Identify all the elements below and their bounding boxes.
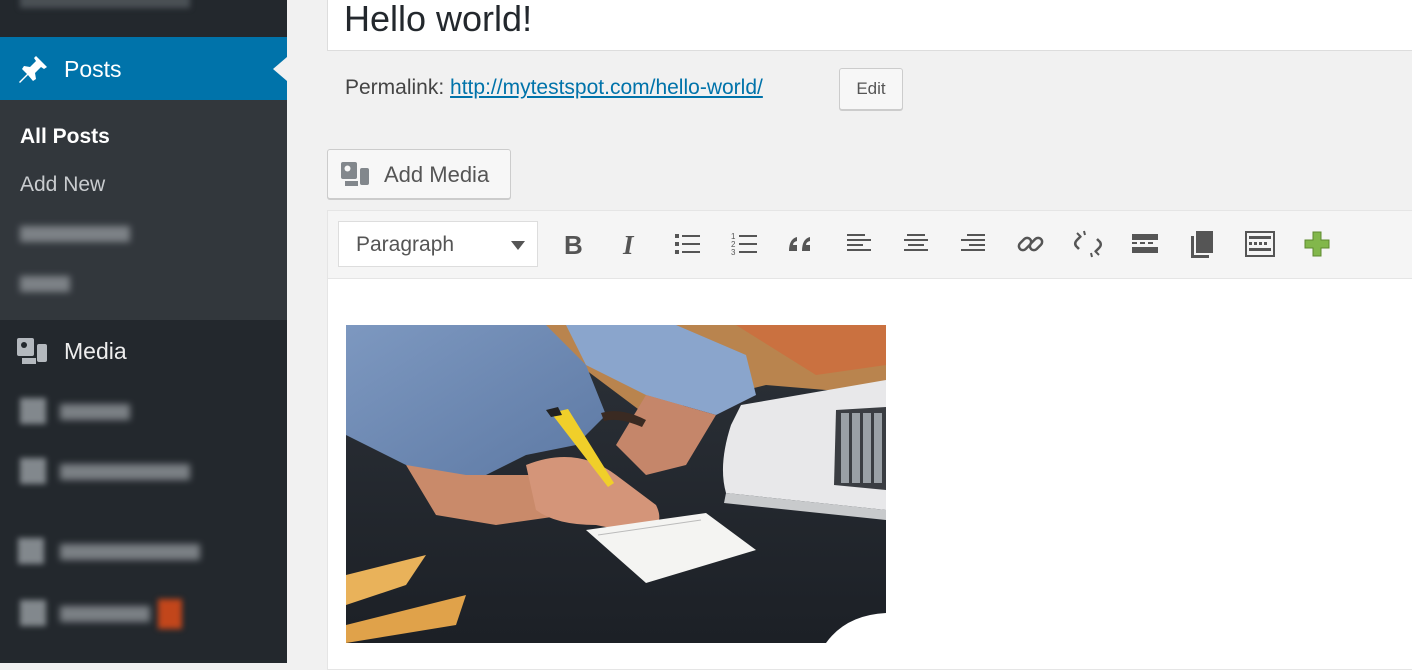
update-count-badge bbox=[158, 599, 182, 629]
sidebar-item-label: Posts bbox=[64, 56, 122, 82]
read-more-button[interactable] bbox=[1128, 227, 1162, 261]
sidebar-item-media[interactable]: Media bbox=[0, 328, 287, 374]
italic-button[interactable]: I bbox=[613, 227, 647, 261]
submenu-categories-blurred[interactable] bbox=[20, 226, 130, 242]
align-center-button[interactable] bbox=[899, 227, 933, 261]
blockquote-button[interactable] bbox=[785, 227, 819, 261]
blurred-menu-label bbox=[20, 0, 190, 8]
media-icon bbox=[17, 338, 47, 364]
align-right-icon bbox=[961, 234, 985, 251]
read-more-icon bbox=[1132, 234, 1158, 253]
admin-sidebar: Posts All Posts Add New Media bbox=[0, 0, 287, 663]
plugins-icon bbox=[20, 600, 46, 626]
pages-icon bbox=[20, 398, 46, 424]
align-left-button[interactable] bbox=[842, 227, 876, 261]
toolbar-toggle-icon bbox=[1245, 231, 1275, 257]
numbered-list-icon: 1 2 3 bbox=[731, 232, 757, 257]
add-media-label: Add Media bbox=[384, 162, 490, 187]
sidebar-item-comments-blurred[interactable] bbox=[60, 464, 190, 480]
media-icon bbox=[341, 162, 369, 186]
sidebar-item-label: Media bbox=[64, 338, 127, 364]
add-media-button[interactable]: Add Media bbox=[327, 149, 511, 199]
svg-text:I: I bbox=[622, 230, 635, 260]
bulleted-list-button[interactable] bbox=[671, 227, 705, 261]
visual-editor[interactable]: Paragraph B I 1 2 3 bbox=[327, 210, 1412, 670]
align-center-icon bbox=[904, 234, 928, 251]
numbered-list-button[interactable]: 1 2 3 bbox=[728, 227, 762, 261]
edit-permalink-button[interactable]: Edit bbox=[839, 68, 903, 110]
sidebar-item-dashboard[interactable] bbox=[0, 0, 287, 37]
chevron-down-icon bbox=[511, 241, 525, 250]
post-content-image[interactable] bbox=[346, 325, 886, 643]
paste-icon bbox=[1191, 231, 1213, 258]
insert-link-icon bbox=[1017, 236, 1044, 252]
current-menu-arrow bbox=[273, 57, 287, 81]
submenu-tags-blurred[interactable] bbox=[20, 276, 70, 292]
bold-button[interactable]: B bbox=[556, 227, 590, 261]
remove-link-icon bbox=[1073, 230, 1103, 258]
paste-button[interactable] bbox=[1185, 227, 1219, 261]
permalink-row: Permalink: http://mytestspot.com/hello-w… bbox=[345, 76, 763, 100]
sidebar-item-pages-blurred[interactable] bbox=[60, 404, 130, 420]
format-select[interactable]: Paragraph bbox=[338, 221, 538, 267]
sidebar-item-appearance-blurred[interactable] bbox=[60, 544, 200, 560]
toolbar-toggle-button[interactable] bbox=[1243, 227, 1277, 261]
plugin-add-icon bbox=[1304, 231, 1330, 257]
insert-link-button[interactable] bbox=[1014, 227, 1048, 261]
bold-icon: B bbox=[564, 230, 583, 260]
appearance-icon bbox=[18, 538, 44, 564]
posts-submenu: All Posts Add New bbox=[0, 100, 287, 320]
submenu-add-new[interactable]: Add New bbox=[20, 173, 105, 197]
submenu-all-posts[interactable]: All Posts bbox=[20, 125, 110, 149]
svg-text:3: 3 bbox=[731, 248, 736, 257]
align-left-icon bbox=[847, 234, 871, 251]
sidebar-item-posts[interactable]: Posts bbox=[0, 37, 287, 100]
plugin-add-button[interactable] bbox=[1300, 227, 1334, 261]
post-editor-area: Hello world! Permalink: http://mytestspo… bbox=[287, 0, 1412, 670]
bulleted-list-icon bbox=[675, 234, 700, 254]
pushpin-icon bbox=[19, 56, 47, 83]
align-right-button[interactable] bbox=[956, 227, 990, 261]
comments-icon bbox=[20, 458, 46, 484]
permalink-label: Permalink: bbox=[345, 76, 445, 99]
remove-link-button[interactable] bbox=[1071, 227, 1105, 261]
sidebar-item-plugins-blurred[interactable] bbox=[60, 606, 150, 622]
blockquote-icon bbox=[789, 237, 810, 251]
format-select-value: Paragraph bbox=[356, 233, 455, 256]
post-title-text: Hello world! bbox=[344, 0, 533, 39]
svg-text:B: B bbox=[564, 230, 583, 260]
permalink-link[interactable]: http://mytestspot.com/hello-world/ bbox=[450, 76, 763, 99]
italic-icon: I bbox=[622, 230, 635, 260]
editor-toolbar: Paragraph B I 1 2 3 bbox=[328, 211, 1412, 279]
post-title-input[interactable]: Hello world! bbox=[327, 0, 1412, 51]
